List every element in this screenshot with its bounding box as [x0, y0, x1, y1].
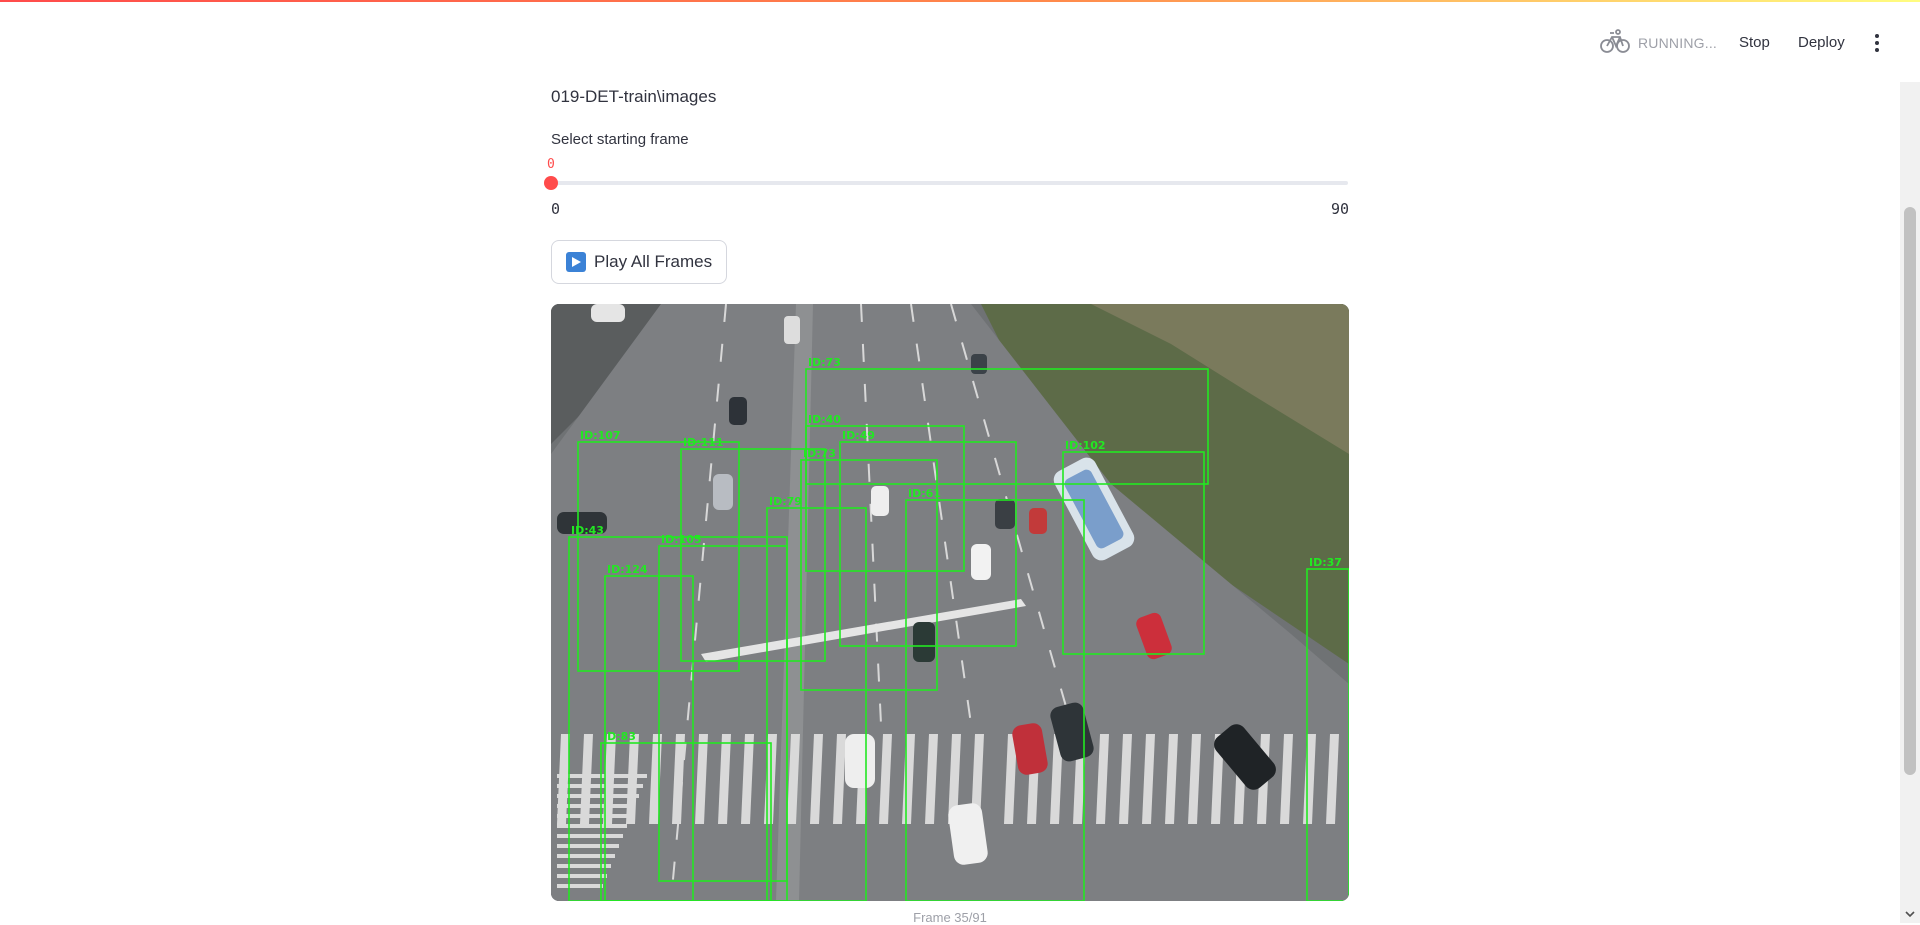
- slider-label: Select starting frame: [551, 131, 689, 148]
- app-header: RUNNING... Stop Deploy: [0, 2, 1920, 82]
- play-icon: [566, 252, 586, 272]
- detection-label: ID:40: [808, 413, 841, 426]
- detection-label: ID:79: [769, 495, 802, 508]
- detection-label: ID:37: [1309, 556, 1342, 569]
- stop-button[interactable]: Stop: [1739, 30, 1770, 56]
- detection-label: ID:111: [683, 436, 724, 449]
- detection-label: ID:43: [571, 524, 604, 537]
- page-scrollbar[interactable]: [1900, 82, 1920, 923]
- detection-label: ID:102: [1065, 439, 1106, 452]
- bicycle-icon: [1600, 28, 1630, 58]
- detection-label: ID:107: [580, 429, 621, 442]
- slider-current-value: 0: [547, 157, 555, 172]
- running-status: RUNNING...: [1600, 28, 1717, 58]
- more-menu-icon[interactable]: [1868, 32, 1886, 54]
- play-button-label: Play All Frames: [594, 252, 713, 271]
- scroll-down-icon[interactable]: [1904, 909, 1916, 919]
- detection-label: ID:61: [908, 487, 941, 500]
- slider-max-label: 90: [1330, 200, 1349, 218]
- detection-label: ID:49: [842, 429, 875, 442]
- detection-label: ID:83: [603, 730, 636, 743]
- status-text: RUNNING...: [1638, 35, 1717, 51]
- play-all-frames-button[interactable]: Play All Frames: [551, 240, 728, 284]
- detection-canvas: ID:73 ID:40ID:49 ID:107 ID:111 ID:73 ID:102 ID…: [551, 304, 1349, 901]
- slider-min-label: 0: [551, 200, 561, 218]
- detection-label: ID:124: [607, 563, 648, 576]
- scrollbar-thumb[interactable]: [1904, 207, 1916, 775]
- frame-slider-thumb[interactable]: [544, 176, 558, 190]
- detection-label: ID:105: [661, 533, 702, 546]
- deploy-button[interactable]: Deploy: [1798, 30, 1845, 56]
- detection-label: ID:73: [803, 447, 836, 460]
- frame-slider-track[interactable]: [551, 181, 1348, 185]
- main-content: Loading image directory: G:\My Drive\Com…: [544, 0, 1349, 925]
- drone-frame-image: ID:73 ID:40 ID:49 ID:107 ID:111 ID:73 ID:102 ID…: [551, 304, 1349, 901]
- detection-label: ID:73: [808, 356, 841, 369]
